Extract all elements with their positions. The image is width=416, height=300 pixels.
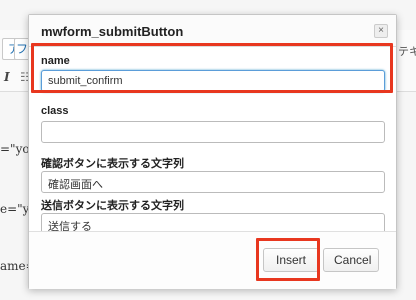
confirm-button-text-label: 確認ボタンに表示する文字列 xyxy=(41,158,184,170)
dialog-footer: Insert Cancel xyxy=(29,231,396,289)
dialog-title: mwform_submitButton xyxy=(41,24,184,39)
class-label: class xyxy=(41,105,69,117)
close-icon[interactable]: × xyxy=(374,24,388,38)
submit-button-text-label: 送信ボタンに表示する文字列 xyxy=(41,200,184,212)
confirm-button-text-input[interactable]: 確認画面へ xyxy=(41,171,385,193)
name-field-highlight xyxy=(31,43,393,93)
cancel-button[interactable]: Cancel xyxy=(323,248,379,272)
insert-button-highlight xyxy=(256,238,320,281)
text-tab-label[interactable]: テキ xyxy=(398,43,416,59)
italic-button[interactable]: I xyxy=(4,70,10,84)
class-input[interactable] xyxy=(41,121,385,143)
